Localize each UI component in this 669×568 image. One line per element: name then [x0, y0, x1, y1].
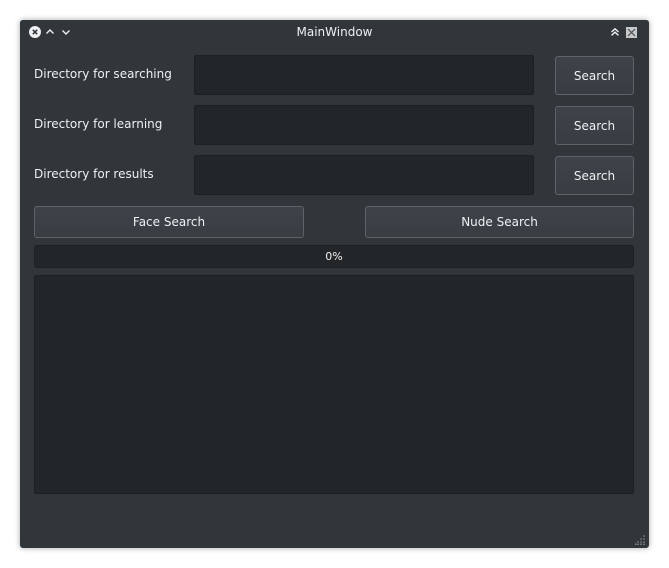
learning-directory-label: Directory for learning [34, 117, 163, 131]
progress-text: 0% [325, 250, 343, 263]
resize-grip-icon[interactable] [635, 534, 645, 545]
titlebar[interactable]: MainWindow [20, 20, 649, 44]
searching-directory-label: Directory for searching [34, 67, 172, 81]
output-text-area[interactable] [34, 275, 634, 494]
learning-directory-search-button[interactable]: Search [555, 106, 634, 145]
results-directory-search-button[interactable]: Search [555, 156, 634, 195]
main-window: MainWindow Directory for searching Searc… [20, 20, 649, 548]
face-search-button[interactable]: Face Search [34, 206, 304, 238]
app-icon [624, 25, 638, 39]
window-title: MainWindow [296, 25, 373, 39]
results-directory-input[interactable] [194, 155, 534, 195]
learning-directory-input[interactable] [194, 105, 534, 145]
searching-directory-search-button[interactable]: Search [555, 56, 634, 95]
searching-directory-input[interactable] [194, 55, 534, 95]
progress-bar: 0% [34, 245, 634, 268]
double-chevron-up-icon[interactable] [608, 25, 622, 39]
nude-search-button[interactable]: Nude Search [365, 206, 634, 238]
results-directory-label: Directory for results [34, 167, 154, 181]
